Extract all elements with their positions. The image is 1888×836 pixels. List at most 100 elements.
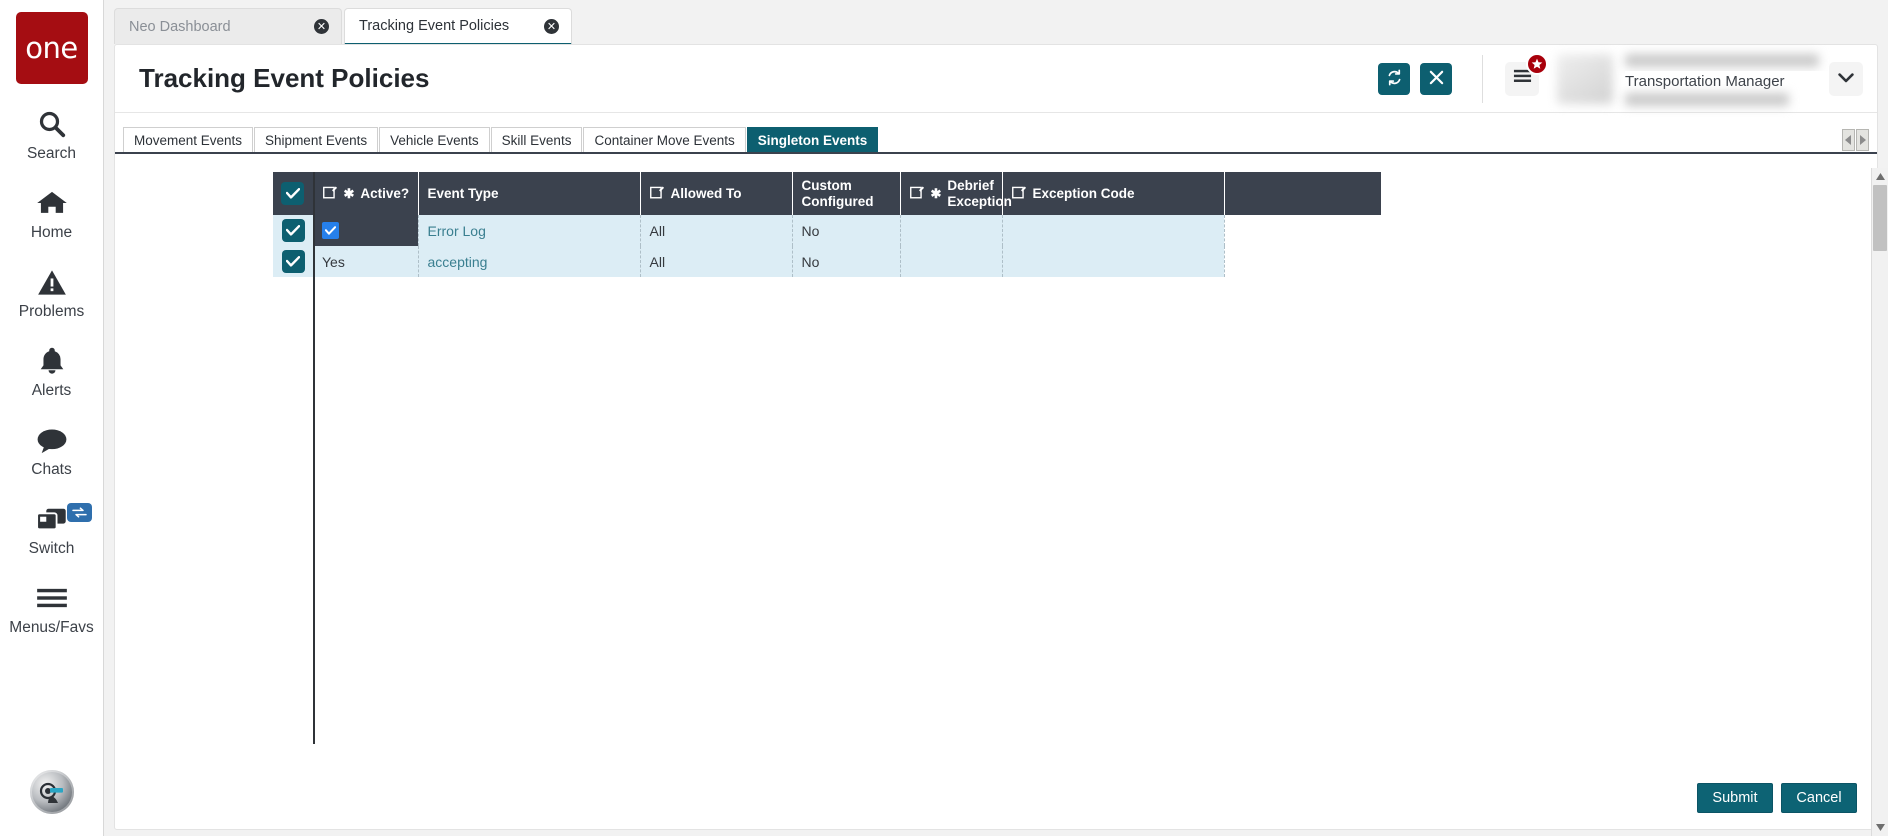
column-header-exception-code[interactable]: Exception Code — [1002, 172, 1225, 215]
event-type-link[interactable]: accepting — [428, 254, 488, 270]
column-header-active[interactable]: ✱ Active? — [313, 172, 419, 215]
page-title: Tracking Event Policies — [139, 63, 430, 93]
left-sidebar: one Search Home Problems Alerts Chats Sw… — [0, 0, 104, 836]
required-asterisk: ✱ — [930, 185, 942, 201]
menu-favorites-button[interactable] — [1505, 52, 1548, 96]
sidebar-item-label: Home — [30, 224, 73, 241]
sidebar-item-chats[interactable]: Chats — [0, 422, 104, 479]
sidebar-item-home[interactable]: Home — [0, 185, 104, 242]
avatar — [1557, 53, 1613, 104]
cell-debrief-exception[interactable] — [900, 246, 1003, 277]
event-type-link[interactable]: Error Log — [428, 223, 486, 239]
row-select-cell — [273, 246, 313, 277]
content-card: Tracking Event Policies Transportation M… — [114, 44, 1878, 830]
main-area: Neo Dashboard ✕ Tracking Event Policies … — [104, 0, 1888, 836]
close-page-button[interactable] — [1420, 62, 1452, 95]
cell-active[interactable]: Yes — [313, 246, 419, 277]
cell-event-type[interactable]: Error Log — [418, 215, 641, 246]
tracking-event-policies-table: ✱ Active? Event Type Allowed To Custom C… — [273, 172, 1381, 277]
vertical-scrollbar[interactable] — [1871, 168, 1888, 836]
chevron-left-icon[interactable] — [1842, 129, 1855, 151]
column-header-event-type[interactable]: Event Type — [418, 172, 641, 215]
row-select-checkbox[interactable] — [281, 219, 305, 242]
sidebar-item-menus-favs[interactable]: Menus/Favs — [0, 580, 104, 637]
scrollbar-thumb[interactable] — [1873, 185, 1887, 251]
search-icon — [37, 106, 67, 142]
row-select-checkbox[interactable] — [281, 250, 305, 273]
cell-exception-code[interactable] — [1002, 246, 1225, 277]
sidebar-item-switch[interactable]: Switch — [0, 501, 104, 558]
grid-left-rail — [313, 172, 315, 744]
browser-tab-neo-dashboard[interactable]: Neo Dashboard ✕ — [114, 8, 342, 44]
sidebar-item-problems[interactable]: Problems — [0, 264, 104, 321]
home-icon — [36, 185, 68, 221]
edit-pencil-icon — [909, 185, 925, 203]
table-row[interactable]: Yes accepting All No — [273, 246, 1381, 277]
column-header-label: Allowed To — [670, 186, 742, 201]
user-org-redacted — [1625, 92, 1789, 106]
header-divider — [1482, 54, 1483, 103]
required-asterisk: ✱ — [343, 185, 355, 201]
star-icon — [1526, 52, 1548, 75]
browser-tab-label: Neo Dashboard — [129, 18, 231, 35]
application-window: one Search Home Problems Alerts Chats Sw… — [0, 0, 1888, 836]
sidebar-item-label: Alerts — [31, 382, 72, 399]
cell-custom-configured: No — [792, 215, 901, 246]
cell-active[interactable] — [313, 215, 419, 246]
tab-movement-events[interactable]: Movement Events — [123, 127, 254, 152]
tab-vehicle-events[interactable]: Vehicle Events — [379, 127, 490, 152]
tab-skill-events[interactable]: Skill Events — [490, 127, 583, 152]
refresh-icon — [1386, 69, 1403, 89]
warning-triangle-icon — [37, 264, 67, 300]
close-x-icon — [1429, 70, 1444, 88]
browser-tab-label: Tracking Event Policies — [359, 18, 510, 34]
sidebar-item-search[interactable]: Search — [0, 106, 104, 163]
entity-tabs: Movement Events Shipment Events Vehicle … — [115, 123, 1877, 154]
sidebar-item-label: Problems — [18, 303, 85, 320]
chevron-right-icon[interactable] — [1856, 129, 1869, 151]
column-header-label: Exception Code — [1032, 186, 1135, 201]
close-circle-icon[interactable]: ✕ — [314, 19, 329, 34]
table-row[interactable]: Error Log All No — [273, 215, 1381, 246]
tab-shipment-events[interactable]: Shipment Events — [254, 127, 379, 152]
column-header-custom-configured[interactable]: Custom Configured — [792, 172, 901, 215]
user-role-label: Transportation Manager — [1625, 70, 1829, 92]
swap-arrows-icon[interactable] — [66, 503, 92, 522]
ai-assistant-avatar[interactable] — [29, 770, 74, 814]
user-profile[interactable]: Transportation Manager — [1557, 48, 1863, 110]
active-checkbox[interactable] — [322, 222, 339, 239]
column-header-allowed-to[interactable]: Allowed To — [640, 172, 793, 215]
column-header-debrief-exception[interactable]: ✱ Debrief Exception — [900, 172, 1012, 215]
sidebar-item-label: Search — [26, 145, 77, 162]
sidebar-item-alerts[interactable]: Alerts — [0, 343, 104, 400]
caret-up-icon[interactable] — [1872, 168, 1888, 185]
browser-tab-tracking-event-policies[interactable]: Tracking Event Policies ✕ — [344, 8, 572, 46]
close-circle-icon[interactable]: ✕ — [544, 18, 559, 34]
cell-allowed-to[interactable]: All — [640, 246, 793, 277]
tab-container-move-events[interactable]: Container Move Events — [583, 127, 746, 152]
bell-icon — [38, 343, 66, 379]
column-header-label: Active? — [360, 186, 410, 201]
tab-singleton-events[interactable]: Singleton Events — [746, 127, 879, 152]
form-actions: Submit Cancel — [1697, 783, 1857, 813]
user-name-redacted — [1625, 53, 1819, 67]
cell-event-type[interactable]: accepting — [418, 246, 641, 277]
grid-container: ✱ Active? Event Type Allowed To Custom C… — [115, 154, 1877, 763]
select-all-checkbox[interactable] — [281, 182, 305, 205]
cell-exception-code[interactable] — [1002, 215, 1225, 246]
submit-button[interactable]: Submit — [1697, 783, 1773, 813]
refresh-button[interactable] — [1378, 62, 1410, 95]
cell-allowed-to[interactable]: All — [640, 215, 793, 246]
cell-custom-configured: No — [792, 246, 901, 277]
user-menu-toggle[interactable] — [1829, 61, 1863, 96]
column-header-label: Debrief Exception — [947, 178, 1012, 209]
caret-down-icon[interactable] — [1872, 819, 1888, 836]
header-actions: Transportation Manager — [1368, 48, 1863, 110]
edit-pencil-icon — [1011, 185, 1027, 203]
cancel-button[interactable]: Cancel — [1781, 783, 1857, 813]
sidebar-item-label: Switch — [28, 540, 75, 557]
app-logo[interactable]: one — [15, 12, 88, 84]
chevron-down-icon — [1838, 70, 1854, 88]
logo-text: one — [25, 31, 78, 65]
cell-debrief-exception[interactable] — [900, 215, 1003, 246]
